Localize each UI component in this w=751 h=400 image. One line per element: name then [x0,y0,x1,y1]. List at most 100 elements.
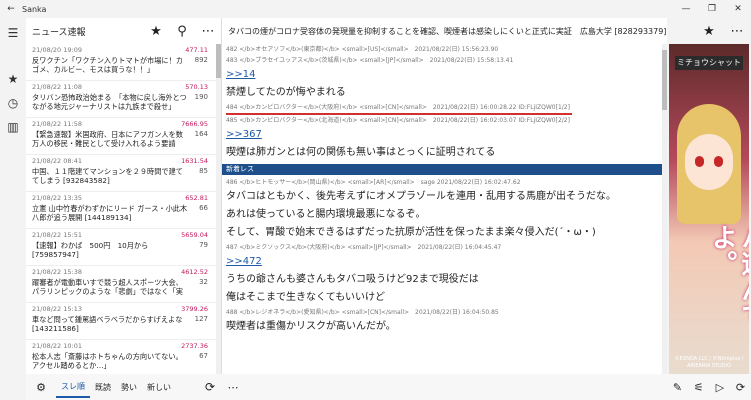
thread-body: タリバン恐怖政治始まる 「本物に戻し海外とつながる地元ジャーナリストは九族まで殺… [32,93,208,112]
post-meta: 488 </b>レジオネラ</b>(愛知県)</b> <small>[CN]</… [226,307,667,318]
refresh-icon[interactable]: ⟳ [198,380,222,394]
thread-row[interactable]: 21/08/22 10:01 2737.36 松本人志「斎藤はホトちゃんの方向いてな… [26,340,216,374]
more-options-icon[interactable]: ⋯ [195,24,221,39]
right-footer: ✎ ⚟ ▷ ⟳ [667,374,751,400]
post-meta: 486 </b>ヒトモッサー</b>(岡山県)</b> <small>[AR]<… [226,177,667,188]
post-body: 禁煙してたのが悔やまれる [226,87,346,98]
star-icon[interactable]: ★ [143,24,169,39]
post-line: うちの爺さんも婆さんもタバコ吸うけど92まで現役だは [222,271,667,289]
right-panel: ★ ⋯ ミチョウシャット パ遊んでよ。 ©EXNOA LLC / ©Nitrop… [667,18,751,400]
favorites-star-icon[interactable]: ★ [4,70,22,88]
back-arrow-icon[interactable]: ← [0,4,22,14]
minimize-icon[interactable]: — [673,4,699,14]
more-options-icon[interactable]: ⋯ [222,381,244,394]
thread-row[interactable]: 21/08/22 15:51 5659.04 【速報】わかば 500円 10月から … [26,229,216,266]
library-icon[interactable]: ▥ [4,118,22,136]
character-eye [714,156,723,167]
thread-title: タリバン恐怖政治始まる 「本物に戻し海外とつながる地元ジャーナリストは九族まで殺… [32,92,187,112]
artwork-credit: ©EXNOA LLC / ©Nitroplus / ARIEARIA STUDI… [674,356,744,369]
app-window: ← Sanka — ❐ ✕ ☰ ★ ◷ ▥ ニュース速報 ★ ⚲ ⋯ 21/08… [0,0,751,400]
anchor-link[interactable]: >>472 [226,256,262,267]
thread-body: 立憲 山中竹春がわずかにリード ガース・小此木八郎が追う展開 [14418913… [32,204,208,223]
thread-row[interactable]: 21/08/22 15:13 3799.26 車など問って鍾罵語ベラベラだからすげえ… [26,303,216,340]
thread-rate: 652.81 [185,194,208,202]
thread-title: 【緊急速報】米国政府、日本にアフガン人を数万人の移民・難民として受け入れるよう要… [32,129,183,149]
thread-date: 21/08/22 08:41 [32,157,82,165]
settings-sliders-icon[interactable]: ⚟ [694,381,704,394]
thread-rate: 2737.36 [181,342,208,350]
gear-icon[interactable]: ⚙ [26,381,56,394]
thread-footer: ⋯ [222,374,667,400]
tab-momentum[interactable]: 勢い [116,376,142,398]
thread-body: 松本人志「斎藤はホトちゃんの方向いてない。アクセル踏めるとか…」 67 [32,352,208,371]
thread-view-pane: タバコの煙がコロナ受容体の発現量を抑制することを確認、喫煙者は感染しにくいと正式… [222,18,667,400]
thread-meta: 21/08/22 10:01 2737.36 [32,342,208,352]
thread-rate: 570.13 [185,83,208,91]
thread-row[interactable]: 21/08/22 11:08 570.13 タリバン恐怖政治始まる 「本物に戻し海外… [26,81,216,118]
post-body: 喫煙は肺ガンとは何の関係も無い事はとっくに証明されてる [226,147,496,158]
character-face [685,134,733,190]
app-title: Sanka [22,4,47,14]
thread-body: 反ワクチン「ワクチン入りトマトが市場に！カゴメ、カルビー、モスは買うな！！」[7… [32,56,208,75]
tab-thread-order[interactable]: スレ順 [56,376,90,398]
pen-icon[interactable]: ✎ [673,381,682,394]
thread-row[interactable]: 21/08/20 19:09 477.11 反ワクチン「ワクチン入りトマトが市場に！… [26,44,216,81]
thread-count: 892 [194,55,208,64]
thread-date: 21/08/22 15:13 [32,305,82,313]
thread-list-scrollbar[interactable] [216,44,221,374]
close-icon[interactable]: ✕ [725,4,751,14]
tab-new[interactable]: 新しい [142,376,176,398]
post-body: あれは使っていると腸内環境最悪になるぞ。 [226,209,426,220]
thread-rate: 3799.26 [181,305,208,313]
hamburger-menu-icon[interactable]: ☰ [4,24,22,42]
star-icon[interactable]: ★ [695,24,723,39]
thread-count: 190 [194,92,208,101]
thread-title: 立憲 山中竹春がわずかにリード ガース・小此木八郎が追う展開 [14418913… [32,203,188,223]
character-eye [695,156,704,167]
post-body: 喫煙者は重傷かリスクが高いんだが。 [226,321,396,332]
thread-list-pane: ニュース速報 ★ ⚲ ⋯ 21/08/20 19:09 477.11 反ワクチン「ワ… [26,18,222,400]
scrollbar-thumb[interactable] [216,44,221,78]
thread-title: 車など問って鍾罵語ベラベラだからすげえよな [143211586] [32,314,183,334]
title-bar: ← Sanka — ❐ ✕ [0,0,751,18]
post-meta-text: 485 </b>カンピロバクター</b>(北海道)</b> <small>[CN… [226,117,570,124]
post-body: 俺はそこまで生きなくてもいいけど [226,292,385,303]
more-options-icon[interactable]: ⋯ [723,24,751,39]
thread-row[interactable]: 21/08/22 15:38 4612.52 躍審者が電動車いすで競う超人スポーツ大… [26,266,216,303]
search-icon[interactable]: ⚲ [169,24,195,39]
ad-artwork[interactable]: ミチョウシャット パ遊んでよ。 ©EXNOA LLC / ©Nitroplus … [669,44,749,374]
thread-meta: 21/08/22 11:08 570.13 [32,83,208,93]
thread-date: 21/08/22 10:01 [32,342,82,350]
thread-meta: 21/08/22 13:35 652.81 [32,194,208,204]
list-footer: ⚙ スレ順 既読 勢い 新しい ⟳ [26,374,222,400]
post-body: うちの爺さんも婆さんもタバコ吸うけど92まで現役だは [226,274,479,285]
thread-title: 中国、１１階建てマンションを２９時間で建ててしまう [932843582] [32,166,183,186]
post-list: 482 </b>オセアソフ</b>(東京都)</b> <small>[US]</… [222,44,667,374]
refresh-icon[interactable]: ⟳ [736,381,745,394]
anchor-link[interactable]: >>14 [226,69,255,80]
anchor-link[interactable]: >>367 [226,129,262,140]
thread-count: 67 [199,351,208,360]
thread-meta: 21/08/22 15:38 4612.52 [32,268,208,278]
post-meta: 483 </b>ブラセイユッアス</b>(茨城県)</b> <small>[JP… [226,55,667,66]
thread-date: 21/08/22 11:08 [32,83,82,91]
post-meta: 487 </b>ミクソックス</b>(大阪府)</b> <small>[JP]<… [226,242,667,253]
post-line: 488 </b>レジオネラ</b>(愛知県)</b> <small>[CN]</… [222,307,667,336]
thread-count: 32 [199,277,208,286]
post-body: そして、胃酸で始末できるはずだった抗原が活性を保ったまま楽々侵入だ(´・ω・) [226,227,596,238]
thread-row[interactable]: 21/08/22 08:41 1631.54 中国、１１階建てマンションを２９時間で… [26,155,216,192]
post-line: そして、胃酸で始末できるはずだった抗原が活性を保ったまま楽々侵入だ(´・ω・) [222,224,667,242]
history-clock-icon[interactable]: ◷ [4,94,22,112]
tab-read[interactable]: 既読 [90,376,116,398]
post-line: 487 </b>ミクソックス</b>(大阪府)</b> <small>[JP]<… [222,242,667,271]
thread-row[interactable]: 21/08/22 13:35 652.81 立憲 山中竹春がわずかにリード ガース・… [26,192,216,229]
board-header: ニュース速報 ★ ⚲ ⋯ [26,18,221,44]
new-replies-bar: 新着レス [222,164,667,175]
thread-meta: 21/08/22 08:41 1631.54 [32,157,208,167]
play-icon[interactable]: ▷ [716,381,724,394]
thread-meta: 21/08/22 11:58 7666.95 [32,120,208,130]
maximize-icon[interactable]: ❐ [699,4,725,14]
thread-header: タバコの煙がコロナ受容体の発現量を抑制することを確認、喫煙者は感染しにくいと正式… [222,18,667,44]
thread-row[interactable]: 21/08/22 11:58 7666.95 【緊急速報】米国政府、日本にアフガン人… [26,118,216,155]
thread-body: 躍審者が電動車いすで競う超人スポーツ大会、パラリンピックのような「悲劇」ではなく… [32,278,208,297]
